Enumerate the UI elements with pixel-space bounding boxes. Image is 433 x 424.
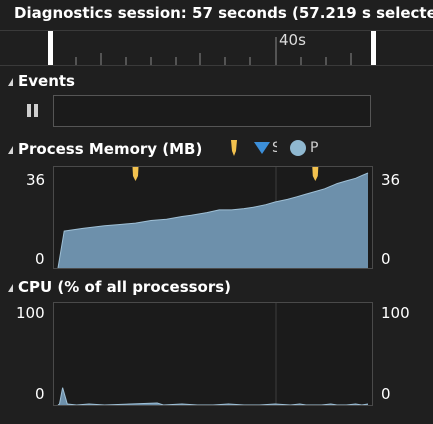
memory-header-label: Process Memory (MB)	[18, 140, 203, 158]
selection-handle-right	[371, 31, 376, 65]
events-lane[interactable]	[53, 95, 371, 127]
snapshot-triangle-icon	[254, 142, 270, 154]
cpu-chart	[57, 303, 369, 405]
ruler-tick-label: 40s	[279, 31, 306, 49]
ruler-svg	[48, 31, 376, 65]
cpu-y-min-right: 0	[381, 385, 391, 403]
cpu-header-label: CPU (% of all processors)	[18, 278, 232, 296]
cpu-chart-frame[interactable]	[53, 302, 373, 406]
gc-marker-icon	[231, 140, 237, 156]
legend-private-bytes[interactable]: P	[289, 139, 318, 157]
memory-y-min-left: 0	[35, 250, 45, 268]
legend-snapshot[interactable]: S	[253, 140, 277, 156]
cpu-y-max-right: 100	[381, 304, 410, 322]
legend-snapshot-label: S	[272, 140, 277, 156]
memory-y-max-left: 36	[26, 171, 46, 189]
cpu-y-max-left: 100	[16, 304, 45, 322]
private-bytes-circle-icon	[290, 140, 306, 156]
events-header[interactable]: Events	[8, 72, 75, 90]
memory-header[interactable]: Process Memory (MB)	[8, 140, 202, 158]
selection-handle-left	[48, 31, 53, 65]
collapse-triangle-icon[interactable]	[8, 78, 13, 86]
area-series	[58, 173, 368, 268]
memory-y-max-right: 36	[381, 171, 401, 189]
memory-chart-frame[interactable]	[53, 166, 373, 269]
timeline-ruler[interactable]: 40s	[0, 30, 433, 66]
cpu-y-min-left: 0	[35, 385, 45, 403]
gc-marker	[312, 167, 319, 181]
series-line	[57, 387, 369, 405]
legend-gc[interactable]	[229, 139, 239, 157]
area-series	[58, 387, 368, 405]
collapse-triangle-icon[interactable]	[8, 284, 13, 292]
memory-y-min-right: 0	[381, 250, 391, 268]
collapse-triangle-icon[interactable]	[8, 146, 13, 154]
events-header-label: Events	[18, 72, 75, 90]
session-title: Diagnostics session: 57 seconds (57.219 …	[14, 4, 433, 22]
gc-marker	[132, 167, 139, 181]
legend-private-bytes-label: P	[310, 140, 319, 156]
cpu-header[interactable]: CPU (% of all processors)	[8, 278, 231, 296]
pause-icon[interactable]	[27, 104, 41, 118]
memory-chart	[57, 167, 369, 268]
